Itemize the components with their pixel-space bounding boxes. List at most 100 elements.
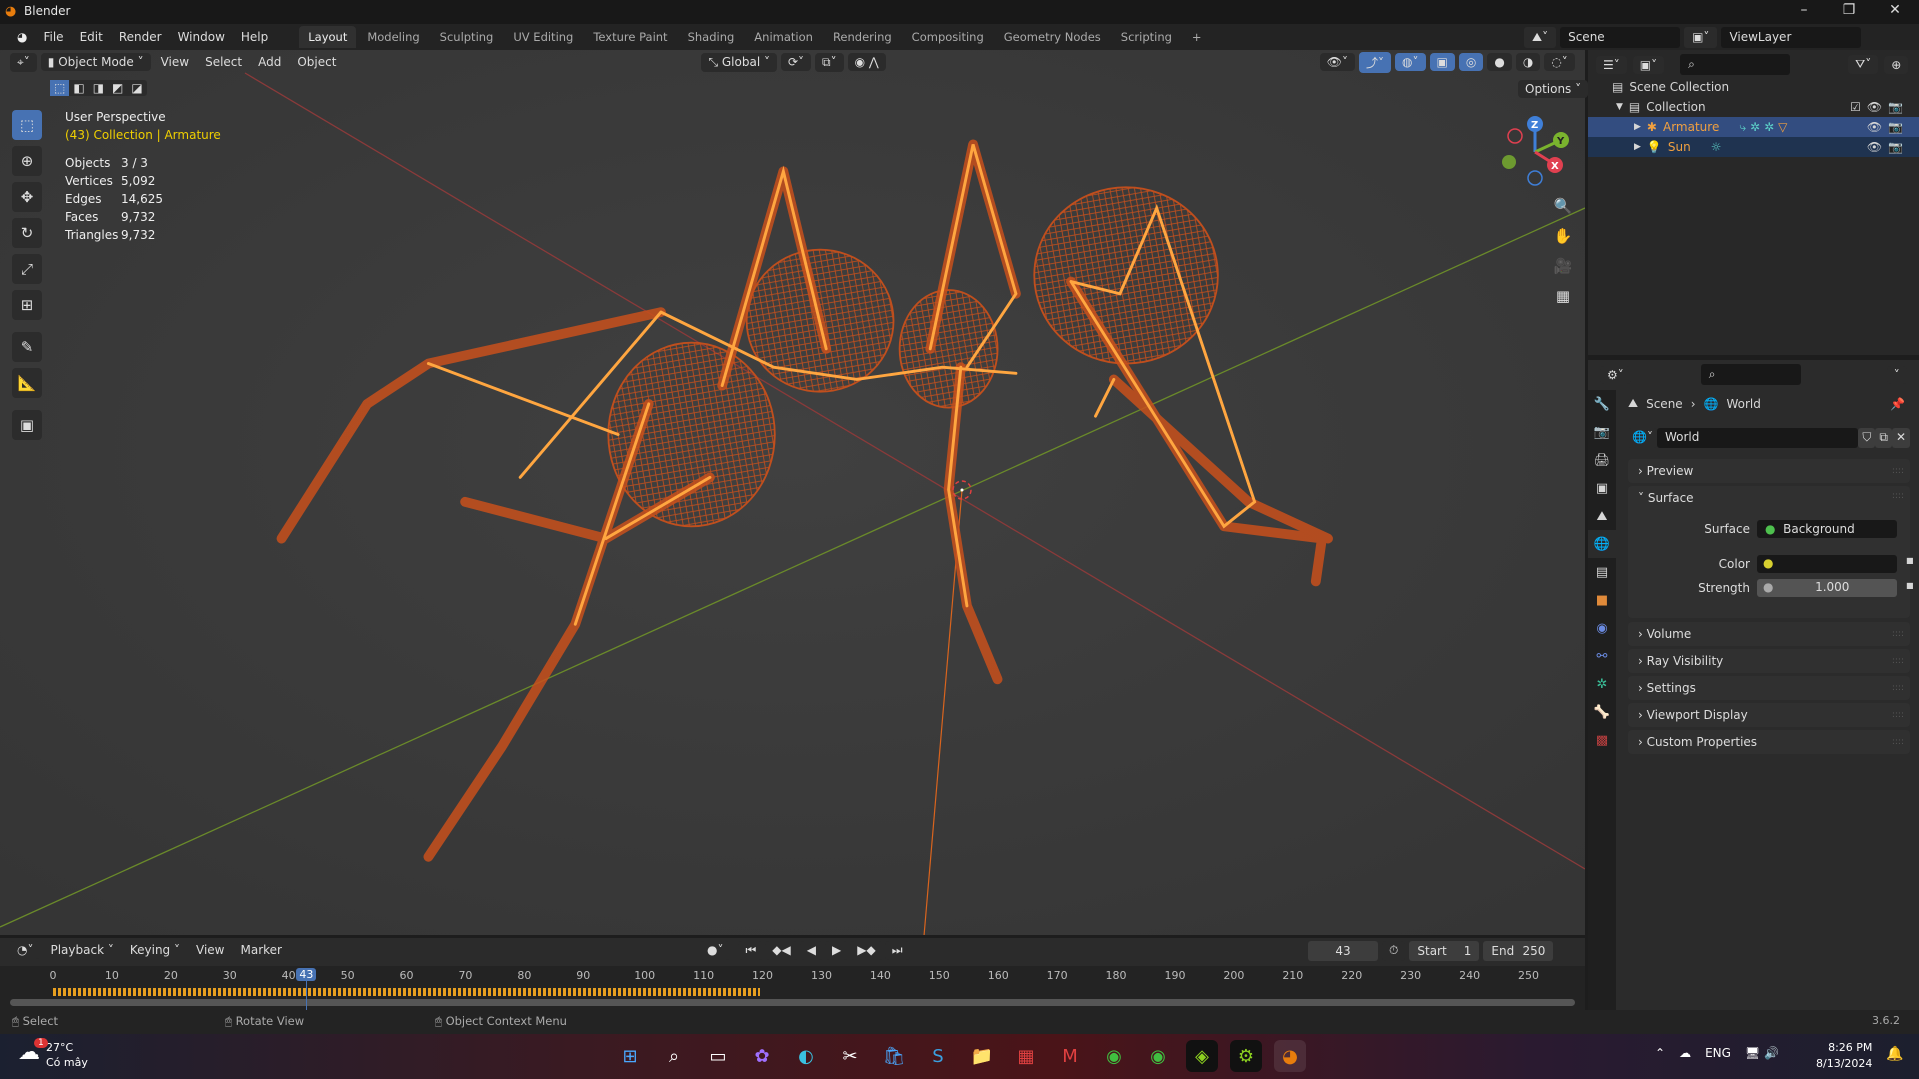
panel-settings[interactable]: › Settings:::: [1628, 676, 1910, 700]
properties-options-icon[interactable]: ˅ [1886, 365, 1907, 384]
current-frame-field[interactable]: 43 [1308, 941, 1378, 961]
object-data-tab-icon[interactable]: ✲ [1588, 670, 1616, 698]
app-green2-icon[interactable]: ⚙ [1230, 1040, 1262, 1072]
filter-scene-icon[interactable]: ▣˅ [1632, 55, 1665, 74]
ortho-grid-icon[interactable]: ▦ [1550, 283, 1576, 309]
transform-tool-icon[interactable]: ⊞ [12, 290, 42, 320]
play-reverse-icon[interactable]: ◀ [799, 941, 823, 960]
chrome-profile-icon[interactable]: ◉ [1142, 1040, 1174, 1072]
menu-marker[interactable]: Marker [234, 941, 287, 959]
fake-user-icon[interactable]: ⛉ [1858, 428, 1876, 448]
panel-surface[interactable]: ˅ Surface:::: [1628, 486, 1910, 618]
jump-next-keyframe-icon[interactable]: ▶◆ [850, 941, 883, 960]
orientation-dropdown[interactable]: ⤡ Global ˅ [701, 52, 777, 72]
expand-arrow-icon[interactable]: ▼ [1616, 102, 1623, 112]
tab-texture-paint[interactable]: Texture Paint [584, 26, 676, 48]
texture-tab-icon[interactable]: ▩ [1588, 726, 1616, 754]
tab-uv-editing[interactable]: UV Editing [504, 26, 582, 48]
viewlayer-name-field[interactable]: ViewLayer [1721, 27, 1862, 48]
duplicate-icon[interactable]: ⧉ [1875, 428, 1892, 448]
chrome-icon[interactable]: ◉ [1098, 1040, 1130, 1072]
tab-rendering[interactable]: Rendering [824, 26, 901, 48]
snap-icon[interactable]: ⧉˅ [815, 52, 844, 72]
annotate-tool-icon[interactable]: ✎ [12, 332, 42, 362]
properties-editor-type-icon[interactable]: ⚙˅ [1600, 365, 1631, 384]
clock[interactable]: 8:26 PM 8/13/2024 [1816, 1040, 1872, 1072]
menu-file[interactable]: File [36, 27, 70, 47]
shading-rendered-icon[interactable]: ◌˅ [1544, 53, 1575, 71]
app-icon[interactable]: ▦ [1010, 1040, 1042, 1072]
end-frame-field[interactable]: End 250 [1483, 941, 1554, 961]
tray-overflow-icon[interactable]: ⌃ [1655, 1046, 1665, 1060]
pan-hand-icon[interactable]: ✋ [1550, 223, 1576, 249]
panel-volume[interactable]: › Volume:::: [1628, 622, 1910, 646]
xray-toggle-icon[interactable]: ▣ [1429, 53, 1455, 71]
maximize-button[interactable]: ❐ [1829, 2, 1869, 18]
auto-keying-icon[interactable]: ●˅ [700, 941, 731, 960]
scale-tool-icon[interactable]: ⤢ [12, 254, 42, 284]
panel-custom-properties[interactable]: › Custom Properties:::: [1628, 730, 1910, 754]
scene-name-field[interactable]: Scene [1560, 27, 1681, 48]
menu-add[interactable]: Add [252, 53, 287, 71]
3d-viewport[interactable] [0, 50, 1585, 935]
menu-window[interactable]: Window [171, 27, 232, 47]
keyframe-dot-icon[interactable]: ■ [1906, 581, 1914, 590]
tab-geometry-nodes[interactable]: Geometry Nodes [995, 26, 1110, 48]
cursor-tool-icon[interactable]: ⊕ [12, 146, 42, 176]
timeline-ruler[interactable]: 43 0 10 20 30 40 50 60 70 80 90 100 110 120 130 140 150… [0, 966, 1585, 1010]
keyframe-strip[interactable] [53, 988, 761, 996]
app-m-icon[interactable]: M [1054, 1040, 1086, 1072]
jump-end-icon[interactable]: ⏭ [884, 941, 910, 960]
menu-select[interactable]: Select [199, 53, 248, 71]
app-green-icon[interactable]: ◈ [1186, 1040, 1218, 1072]
blender-taskbar-icon[interactable]: ◕ [1274, 1040, 1306, 1072]
tool-tab-icon[interactable]: 🔧 [1588, 390, 1616, 418]
pin-icon[interactable]: 📌 [1890, 397, 1905, 411]
outliner-row-armature[interactable]: ▶ ✱ Armature ⤷✲✲▽ 👁📷 [1588, 117, 1919, 137]
output-tab-icon[interactable]: 🖨 [1588, 446, 1616, 474]
physics-tab-icon[interactable]: ◉ [1588, 614, 1616, 642]
proportional-edit-icon[interactable]: ◉ ⋀ [847, 53, 886, 71]
shading-material-icon[interactable]: ◑ [1515, 53, 1541, 71]
strength-field[interactable]: ● 1.000 [1757, 579, 1897, 597]
display-mode-icon[interactable]: ☰˅ [1596, 55, 1627, 74]
menu-playback[interactable]: Playback ˅ [44, 941, 119, 959]
store-icon[interactable]: 🛍 [878, 1040, 910, 1072]
skype-icon[interactable]: S [922, 1040, 954, 1072]
close-button[interactable]: ✕ [1875, 2, 1915, 18]
tab-scripting[interactable]: Scripting [1112, 26, 1181, 48]
jump-prev-keyframe-icon[interactable]: ◆◀ [765, 941, 798, 960]
menu-render[interactable]: Render [112, 27, 169, 47]
bone-tab-icon[interactable]: 🦴 [1588, 698, 1616, 726]
new-collection-icon[interactable]: ⊕ [1884, 55, 1909, 74]
menu-view[interactable]: View [155, 53, 195, 71]
surface-shader-field[interactable]: ● Background [1757, 520, 1897, 538]
tab-compositing[interactable]: Compositing [903, 26, 993, 48]
menu-help[interactable]: Help [234, 27, 275, 47]
camera-view-icon[interactable]: 🎥 [1550, 253, 1576, 279]
edge-icon[interactable]: ◐ [790, 1040, 822, 1072]
play-icon[interactable]: ▶ [825, 941, 849, 960]
move-tool-icon[interactable]: ✥ [12, 182, 42, 212]
pivot-icon[interactable]: ⟳˅ [780, 53, 812, 71]
scene-selector-icon[interactable]: ⛰˅ [1524, 27, 1557, 48]
panel-preview[interactable]: › Preview:::: [1628, 459, 1910, 483]
unlink-icon[interactable]: ✕ [1891, 428, 1910, 448]
jump-start-icon[interactable]: ⏮ [738, 941, 764, 960]
overlay-toggle-icon[interactable]: ◍˅ [1395, 53, 1426, 71]
menu-timeline-view[interactable]: View [190, 941, 230, 959]
tab-layout[interactable]: Layout [299, 26, 357, 48]
row-toggles[interactable]: ☑👁📷 [1850, 100, 1909, 114]
minimize-button[interactable]: – [1784, 2, 1824, 18]
row-toggles[interactable]: 👁📷 [1867, 120, 1909, 134]
timeline-scrollbar[interactable] [10, 999, 1575, 1006]
mode-dropdown[interactable]: ▮ Object Mode ˅ [40, 53, 151, 71]
row-toggles[interactable]: 👁📷 [1867, 140, 1909, 154]
file-explorer-icon[interactable]: 📁 [966, 1040, 998, 1072]
navigation-gizmo[interactable]: Z Y X [1495, 110, 1575, 190]
render-tab-icon[interactable]: 📷 [1588, 418, 1616, 446]
use-preview-range-icon[interactable]: ⏱ [1382, 941, 1406, 961]
outliner-row-scene-collection[interactable]: ▤ Scene Collection [1588, 77, 1919, 97]
tab-sculpting[interactable]: Sculpting [431, 26, 503, 48]
onedrive-icon[interactable]: ☁ [1679, 1046, 1691, 1060]
